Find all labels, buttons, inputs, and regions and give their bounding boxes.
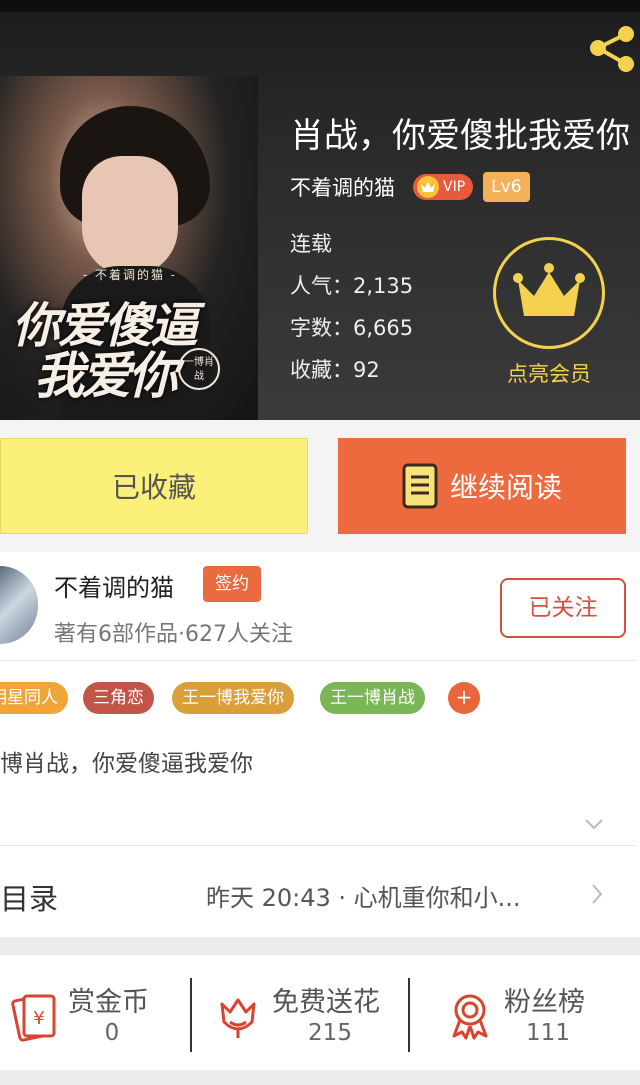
divider bbox=[0, 845, 636, 846]
vip-label: VIP bbox=[443, 179, 466, 195]
word-count-stat: 字数：6,665 bbox=[290, 316, 414, 340]
book-cover[interactable]: - 不着调的猫 - 你爱傻逼 我爱你 一博肖战 bbox=[0, 76, 258, 420]
book-title: 肖战，你爱傻批我爱你 bbox=[290, 116, 630, 156]
author-name[interactable]: 不着调的猫 bbox=[290, 172, 395, 202]
vip-badge: VIP bbox=[413, 174, 474, 200]
book-icon bbox=[402, 463, 438, 509]
reward-label[interactable]: 赏金币 bbox=[68, 980, 149, 1019]
cover-author-text: - 不着调的猫 - bbox=[83, 268, 177, 282]
divider bbox=[190, 978, 192, 1052]
chevron-down-icon[interactable] bbox=[584, 817, 604, 831]
fan-ranking-value: 111 bbox=[526, 1020, 570, 1046]
continue-reading-button[interactable]: 继续阅读 bbox=[338, 438, 626, 534]
level-badge: Lv6 bbox=[483, 172, 530, 202]
author-card-name[interactable]: 不着调的猫 bbox=[54, 568, 174, 603]
fan-ranking-label[interactable]: 粉丝榜 bbox=[504, 980, 585, 1019]
tag-chip[interactable]: 王一博我爱你 bbox=[172, 682, 294, 714]
svg-text:¥: ¥ bbox=[33, 1008, 44, 1029]
chevron-right-icon[interactable] bbox=[590, 882, 604, 906]
popularity-stat: 人气：2,135 bbox=[290, 274, 414, 298]
favorited-label: 已收藏 bbox=[111, 471, 196, 504]
book-description: 博肖战，你爱傻逼我爱你 bbox=[0, 751, 253, 777]
tag-chip[interactable]: 明星同人 bbox=[0, 682, 68, 714]
divider bbox=[0, 660, 636, 661]
status-bar bbox=[0, 0, 640, 12]
crown-icon bbox=[417, 176, 439, 198]
cover-seal: 一博肖战 bbox=[178, 348, 220, 390]
medal-icon[interactable] bbox=[444, 990, 496, 1042]
send-flower-value: 215 bbox=[308, 1020, 352, 1046]
author-row: 不着调的猫 VIP Lv6 bbox=[290, 172, 530, 202]
flower-icon[interactable] bbox=[212, 990, 264, 1042]
latest-chapter[interactable]: 昨天 20:43 · 心机重你和小... bbox=[206, 878, 521, 913]
share-icon[interactable] bbox=[584, 20, 640, 76]
tag-chip[interactable]: 三角恋 bbox=[83, 682, 154, 714]
follow-button[interactable]: 已关注 bbox=[500, 578, 626, 638]
add-tag-button[interactable]: + bbox=[448, 682, 480, 714]
membership-button[interactable] bbox=[493, 237, 605, 349]
section-gap bbox=[0, 1070, 640, 1085]
reward-value: 0 bbox=[104, 1020, 120, 1046]
divider bbox=[408, 978, 410, 1052]
favorites-stat: 收藏：92 bbox=[290, 358, 380, 382]
red-envelope-icon[interactable]: ¥ bbox=[8, 990, 60, 1042]
favorited-button[interactable]: 已收藏 bbox=[0, 438, 308, 534]
cover-title-line2: 我爱你 bbox=[34, 346, 178, 405]
serial-status: 连载 bbox=[290, 232, 332, 256]
author-meta: 著有6部作品·627人关注 bbox=[54, 622, 293, 647]
crown-icon bbox=[513, 263, 585, 316]
book-header: - 不着调的猫 - 你爱傻逼 我爱你 一博肖战 肖战，你爱傻批我爱你 不着调的猫… bbox=[0, 0, 640, 420]
cover-face bbox=[82, 156, 178, 276]
section-gap bbox=[0, 937, 640, 955]
send-flower-label[interactable]: 免费送花 bbox=[272, 980, 380, 1019]
tag-chip[interactable]: 王一博肖战 bbox=[320, 682, 425, 714]
membership-label[interactable]: 点亮会员 bbox=[488, 358, 610, 388]
continue-reading-label: 继续阅读 bbox=[449, 471, 562, 504]
toc-label[interactable]: 目录 bbox=[0, 876, 58, 918]
signed-badge: 签约 bbox=[203, 566, 261, 602]
